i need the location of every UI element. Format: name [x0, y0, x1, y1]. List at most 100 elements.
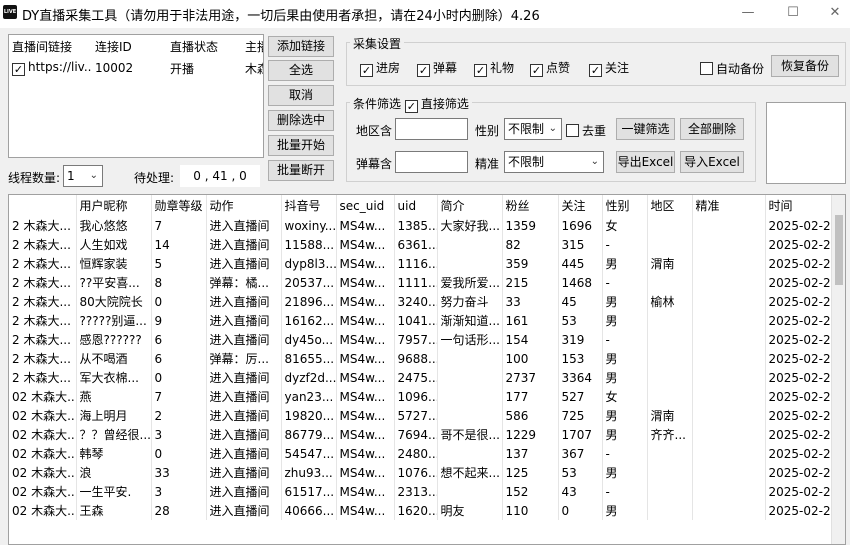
grid-col-header[interactable]: 简介 [437, 195, 503, 216]
col-header-id[interactable]: 连接ID [92, 35, 167, 57]
grid-cell: 3 [151, 425, 207, 444]
grid-cell: 40666... [281, 501, 337, 520]
grid-cell: 韩琴 [76, 444, 152, 463]
grid-cell: 215 [502, 273, 559, 292]
gender-select[interactable]: 不限制 ⌄ [504, 118, 562, 140]
grid-cell: 54547... [281, 444, 337, 463]
preview-box [766, 102, 846, 184]
grid-cell: 进入直播间 [206, 311, 282, 330]
table-row[interactable]: 2 木森大... 我心悠悠 7 进入直播间 woxiny... MS4w... 1385..… [9, 216, 845, 235]
grid-cell: MS4w... [336, 254, 395, 273]
direct-filter-checkbox[interactable]: ✓ [404, 100, 418, 113]
option-like[interactable]: ✓ 点赞 [530, 59, 570, 77]
grid-col-header[interactable]: 关注 [558, 195, 603, 216]
grid-cell: 1111... [394, 273, 438, 292]
link-row-checkbox[interactable]: ✓ [12, 63, 25, 76]
grid-col-header[interactable]: 粉丝 [502, 195, 559, 216]
grid-cell [692, 368, 766, 387]
restore-backup-button[interactable]: 恢复备份 [771, 55, 839, 77]
danmu-input[interactable] [395, 151, 468, 173]
table-row[interactable]: 2 木森大... 感恩?????? 6 进入直播间 dy45o... MS4w... 795… [9, 330, 845, 349]
grid-cell: 进入直播间 [206, 254, 282, 273]
grid-col-header[interactable]: 动作 [206, 195, 282, 216]
table-row[interactable]: 2 木森大... ??平安喜... 8 弹幕：橘... 20537... MS4w... 1… [9, 273, 845, 292]
table-row[interactable]: 02 木森大... 海上明月 2 进入直播间 19820... MS4w... 5727..… [9, 406, 845, 425]
table-row[interactable]: 2 木森大... ?????别逼... 9 进入直播间 16162... MS4w... 1… [9, 311, 845, 330]
link-list[interactable]: 直播间链接 连接ID 直播状态 主播 ✓https://liv... 10002… [8, 34, 264, 158]
cancel-button[interactable]: 取消 [268, 85, 334, 106]
option-enter-room[interactable]: ✓ 进房 [360, 59, 400, 77]
grid-cell: 1696 [558, 216, 603, 235]
checkbox-icon: ✓ [417, 64, 430, 77]
grid-cell: 弹幕：橘... [206, 273, 282, 292]
table-row[interactable]: 2 木森大... 80大院院长 0 进入直播间 21896... MS4w... 3240.… [9, 292, 845, 311]
grid-cell: 315 [558, 235, 603, 254]
export-excel-button[interactable]: 导出Excel [616, 151, 675, 173]
grid-cell: yan23... [281, 387, 337, 406]
grid-cell: dy45o... [281, 330, 337, 349]
add-link-button[interactable]: 添加链接 [268, 36, 334, 57]
option-danmu[interactable]: ✓ 弹幕 [417, 59, 457, 77]
select-all-button[interactable]: 全选 [268, 60, 334, 81]
table-row[interactable]: 02 木森大... 一生平安. 3 进入直播间 61517... MS4w... 2313.… [9, 482, 845, 501]
grid-cell: dyp8l3... [281, 254, 337, 273]
grid-col-header[interactable]: 精准 [692, 195, 766, 216]
col-header-status[interactable]: 直播状态 [167, 35, 242, 57]
vertical-scrollbar[interactable] [831, 195, 845, 544]
minimize-icon[interactable]: — [728, 2, 768, 24]
region-input[interactable] [395, 118, 468, 140]
batch-disconnect-button[interactable]: 批量断开 [268, 160, 334, 181]
batch-start-button[interactable]: 批量开始 [268, 135, 334, 156]
grid-col-header[interactable]: 勋章等级 [151, 195, 207, 216]
delete-selected-button[interactable]: 删除选中 [268, 110, 334, 131]
maximize-icon[interactable]: ☐ [773, 2, 813, 24]
delete-all-button[interactable]: 全部删除 [680, 118, 744, 140]
table-row[interactable]: 2 木森大... 恒辉家装 5 进入直播间 dyp8l3... MS4w... 1116..… [9, 254, 845, 273]
table-row[interactable]: 02 木森大... 韩琴 0 进入直播间 54547... MS4w... 2480... 1… [9, 444, 845, 463]
grid-cell: 进入直播间 [206, 425, 282, 444]
grid-col-header[interactable]: 抖音号 [281, 195, 337, 216]
filter-button[interactable]: 一键筛选 [616, 118, 675, 140]
option-follow[interactable]: ✓ 关注 [589, 59, 629, 77]
grid-cell [437, 368, 503, 387]
table-row[interactable]: 02 木森大... 王森 28 进入直播间 40666... MS4w... 1620...… [9, 501, 845, 520]
precise-select[interactable]: 不限制 ⌄ [504, 151, 604, 173]
option-gift[interactable]: ✓ 礼物 [474, 59, 514, 77]
close-icon[interactable]: ✕ [815, 2, 850, 24]
scrollbar-thumb[interactable] [835, 215, 843, 285]
grid-col-header[interactable]: sec_uid [336, 195, 395, 216]
col-header-host[interactable]: 主播 [242, 35, 263, 57]
grid-col-header[interactable]: uid [394, 195, 438, 216]
grid-cell: 33 [151, 463, 207, 482]
thread-count-label: 线程数量: [8, 171, 61, 185]
table-row[interactable]: 2 木森大... 人生如戏 14 进入直播间 11588... MS4w... 6361..… [9, 235, 845, 254]
link-row[interactable]: ✓https://liv... 10002 开播 木森 [9, 57, 263, 79]
grid-cell: 8 [151, 273, 207, 292]
table-row[interactable]: 02 木森大... ？？曾经很... 3 进入直播间 86779... MS4w... 76… [9, 425, 845, 444]
dedupe-option[interactable]: 去重 [566, 122, 606, 139]
grid-col-header[interactable]: 地区 [647, 195, 693, 216]
option-auto-backup[interactable]: 自动备份 [700, 60, 764, 77]
table-row[interactable]: 2 木森大... 从不喝酒 6 弹幕：厉... 81655... MS4w... 9688.… [9, 349, 845, 368]
grid-col-header[interactable]: 用户昵称 [76, 195, 152, 216]
table-row[interactable]: 02 木森大... 浪 33 进入直播间 zhu93... MS4w... 1076... 想… [9, 463, 845, 482]
grid-cell: 359 [502, 254, 559, 273]
grid-cell: ?????别逼... [76, 311, 152, 330]
import-excel-button[interactable]: 导入Excel [680, 151, 744, 173]
grid-col-header[interactable] [9, 195, 77, 216]
grid-cell: 0 [558, 501, 603, 520]
data-grid[interactable]: 用户昵称 勋章等级 动作 抖音号 sec_uid uid 简介 粉丝 关注 性别 地区 精准 时间 2 … [8, 194, 846, 545]
grid-cell: 想不起来... [437, 463, 503, 482]
col-header-link[interactable]: 直播间链接 [9, 35, 92, 57]
table-row[interactable]: 02 木森大... 燕 7 进入直播间 yan23... MS4w... 1096... 17… [9, 387, 845, 406]
grid-cell: 53 [558, 463, 603, 482]
grid-cell: 女 [602, 387, 648, 406]
grid-col-header[interactable]: 性别 [602, 195, 648, 216]
link-url: https://liv... [28, 60, 92, 74]
grid-cell: 男 [602, 406, 648, 425]
grid-cell: 100 [502, 349, 559, 368]
table-row[interactable]: 2 木森大... 军大衣棉... 0 进入直播间 dyzf2d... MS4w... 247… [9, 368, 845, 387]
grid-cell: 大家好我... [437, 216, 503, 235]
thread-count-select[interactable]: 1 ⌄ [63, 165, 103, 187]
grid-cell: 感恩?????? [76, 330, 152, 349]
